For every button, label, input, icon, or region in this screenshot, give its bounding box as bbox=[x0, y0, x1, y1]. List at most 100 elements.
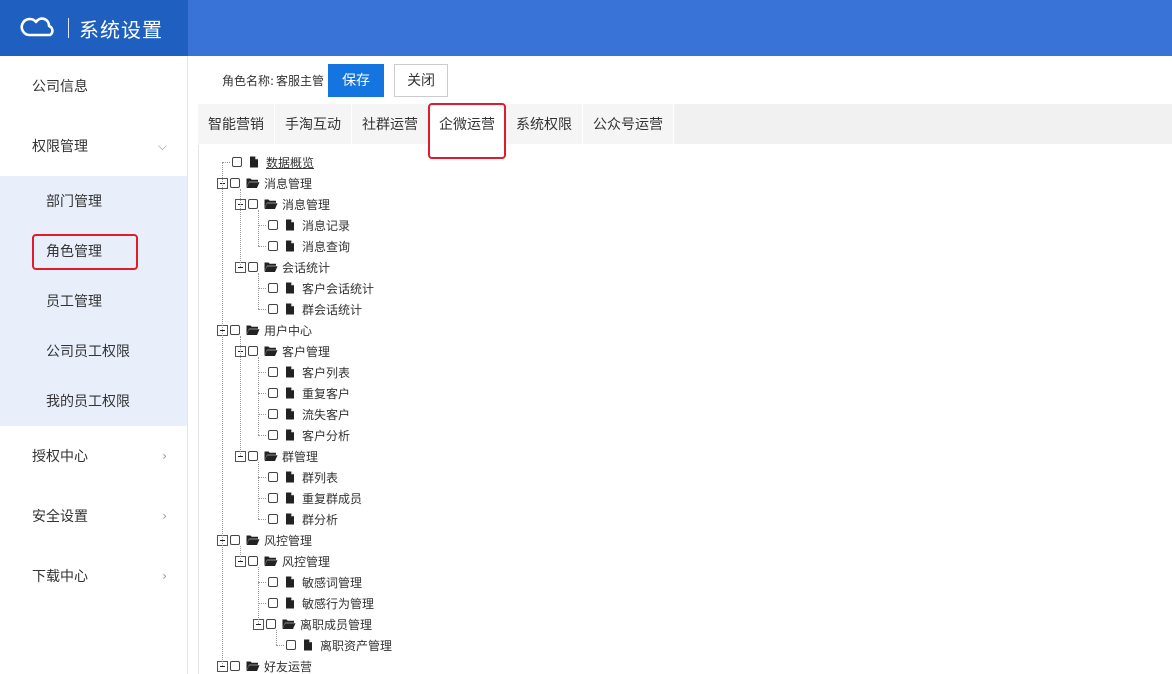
tree-node-label: 群列表 bbox=[302, 470, 339, 485]
checkbox[interactable] bbox=[248, 262, 258, 272]
toolbar: 角色名称: 客服主管 保存 关闭 bbox=[188, 56, 1172, 104]
app-window: 系统设置 公司信息 权限管理 ⌵ 部门管理 角色管理 员工管理 公司员工权限 我… bbox=[0, 0, 1172, 674]
checkbox[interactable] bbox=[268, 598, 278, 608]
main-content: 角色名称: 客服主管 保存 关闭 智能营销 手淘互动 社群运营 企微运营 系统权… bbox=[188, 56, 1172, 674]
tree-leaf-node[interactable]: 群会话统计 bbox=[253, 300, 362, 318]
file-icon bbox=[284, 282, 296, 294]
checkbox[interactable] bbox=[230, 661, 240, 671]
tree-folder-node[interactable]: 会话统计 bbox=[235, 258, 330, 276]
tree-leaf-node[interactable]: 客户会话统计 bbox=[253, 279, 374, 297]
checkbox[interactable] bbox=[268, 472, 278, 482]
tree-leaf-node[interactable]: 消息查询 bbox=[253, 237, 350, 255]
folder-open-icon bbox=[264, 450, 278, 462]
sidebar-item-security[interactable]: 安全设置 › bbox=[0, 486, 187, 546]
tab-community-ops[interactable]: 社群运营 bbox=[352, 104, 429, 144]
tree-leaf-node[interactable]: 消息记录 bbox=[253, 216, 350, 234]
checkbox[interactable] bbox=[248, 556, 258, 566]
tree-folder-node[interactable]: 离职成员管理 bbox=[253, 615, 372, 633]
folder-open-icon bbox=[246, 324, 260, 336]
checkbox[interactable] bbox=[230, 325, 240, 335]
sidebar-item-my-staff-perm[interactable]: 我的员工权限 bbox=[0, 376, 187, 426]
checkbox[interactable] bbox=[268, 367, 278, 377]
tree-leaf-node[interactable]: 流失客户 bbox=[253, 405, 350, 423]
tree-folder-node[interactable]: 好友运营 bbox=[217, 657, 312, 674]
sidebar-item-company-staff-perm[interactable]: 公司员工权限 bbox=[0, 326, 187, 376]
checkbox[interactable] bbox=[266, 619, 276, 629]
chevron-right-icon: › bbox=[162, 449, 167, 463]
sidebar-item-label: 下载中心 bbox=[32, 569, 88, 585]
sidebar-item-role[interactable]: 角色管理 bbox=[0, 226, 187, 276]
tab-label: 智能营销 bbox=[208, 117, 264, 133]
sidebar-item-permissions[interactable]: 权限管理 ⌵ bbox=[0, 116, 187, 176]
checkbox[interactable] bbox=[248, 199, 258, 209]
folder-open-icon bbox=[264, 198, 278, 210]
sidebar-item-label: 授权中心 bbox=[32, 449, 88, 465]
checkbox[interactable] bbox=[230, 535, 240, 545]
tree-leaf-node[interactable]: 重复群成员 bbox=[253, 489, 362, 507]
tree-folder-node[interactable]: 消息管理 bbox=[217, 174, 312, 192]
checkbox[interactable] bbox=[268, 220, 278, 230]
checkbox[interactable] bbox=[268, 577, 278, 587]
file-icon bbox=[284, 366, 296, 378]
file-icon bbox=[284, 240, 296, 252]
tree-leaf-node[interactable]: 客户分析 bbox=[253, 426, 350, 444]
checkbox[interactable] bbox=[248, 451, 258, 461]
tree-folder-node[interactable]: 客户管理 bbox=[235, 342, 330, 360]
sidebar-item-label: 员工管理 bbox=[46, 294, 102, 310]
tree-folder-node[interactable]: 风控管理 bbox=[217, 531, 312, 549]
sidebar-item-label: 安全设置 bbox=[32, 509, 88, 525]
tree-leaf-node[interactable]: 敏感词管理 bbox=[253, 573, 362, 591]
chevron-right-icon: › bbox=[162, 569, 167, 583]
tree-folder-node[interactable]: 用户中心 bbox=[217, 321, 312, 339]
tree-folder-node[interactable]: 风控管理 bbox=[235, 552, 330, 570]
checkbox[interactable] bbox=[268, 514, 278, 524]
sidebar-item-label: 权限管理 bbox=[32, 139, 88, 155]
file-icon bbox=[284, 492, 296, 504]
tab-system-perm[interactable]: 系统权限 bbox=[506, 104, 583, 144]
folder-open-icon bbox=[246, 660, 260, 672]
checkbox[interactable] bbox=[230, 178, 240, 188]
checkbox[interactable] bbox=[268, 241, 278, 251]
tree-node-label: 客户会话统计 bbox=[302, 281, 375, 296]
checkbox[interactable] bbox=[268, 430, 278, 440]
sidebar-item-department[interactable]: 部门管理 bbox=[0, 176, 187, 226]
close-button[interactable]: 关闭 bbox=[394, 63, 449, 97]
tree-node-label: 会话统计 bbox=[282, 260, 331, 275]
folder-open-icon bbox=[264, 555, 278, 567]
tab-wecom-ops[interactable]: 企微运营 bbox=[428, 103, 506, 159]
page-title: 系统设置 bbox=[79, 17, 163, 42]
checkbox[interactable] bbox=[268, 493, 278, 503]
save-button[interactable]: 保存 bbox=[328, 63, 385, 97]
tab-smart-marketing[interactable]: 智能营销 bbox=[198, 104, 275, 144]
tree-leaf-node[interactable]: 离职资产管理 bbox=[271, 636, 392, 654]
tree-node-label: 好友运营 bbox=[264, 659, 313, 674]
tree-leaf-node[interactable]: 数据概览 bbox=[217, 153, 314, 171]
file-icon bbox=[284, 303, 296, 315]
checkbox[interactable] bbox=[232, 157, 242, 167]
tree-leaf-node[interactable]: 客户列表 bbox=[253, 363, 350, 381]
tree-folder-node[interactable]: 群管理 bbox=[235, 447, 318, 465]
sidebar-item-company-info[interactable]: 公司信息 bbox=[0, 56, 187, 116]
tree-leaf-node[interactable]: 群分析 bbox=[253, 510, 338, 528]
checkbox[interactable] bbox=[248, 346, 258, 356]
checkbox[interactable] bbox=[268, 409, 278, 419]
tree-leaf-node[interactable]: 群列表 bbox=[253, 468, 338, 486]
sidebar-item-staff[interactable]: 员工管理 bbox=[0, 276, 187, 326]
checkbox[interactable] bbox=[286, 640, 296, 650]
tree-node-label: 客户管理 bbox=[282, 344, 331, 359]
tree-leaf-node[interactable]: 敏感行为管理 bbox=[253, 594, 374, 612]
tree-folder-node[interactable]: 消息管理 bbox=[235, 195, 330, 213]
checkbox[interactable] bbox=[268, 283, 278, 293]
sidebar-item-download[interactable]: 下载中心 › bbox=[0, 546, 187, 606]
checkbox[interactable] bbox=[268, 388, 278, 398]
tree-node-label: 消息记录 bbox=[302, 218, 351, 233]
brand: 系统设置 bbox=[0, 0, 188, 56]
checkbox[interactable] bbox=[268, 304, 278, 314]
tree-leaf-node[interactable]: 重复客户 bbox=[253, 384, 350, 402]
tab-taobao-interaction[interactable]: 手淘互动 bbox=[275, 104, 352, 144]
sidebar-item-auth-center[interactable]: 授权中心 › bbox=[0, 426, 187, 486]
tree-node-label: 消息管理 bbox=[264, 176, 313, 191]
tab-official-account-ops[interactable]: 公众号运营 bbox=[583, 104, 674, 144]
tree-node-label: 数据概览 bbox=[266, 155, 315, 170]
tree-node-label: 消息管理 bbox=[282, 197, 331, 212]
